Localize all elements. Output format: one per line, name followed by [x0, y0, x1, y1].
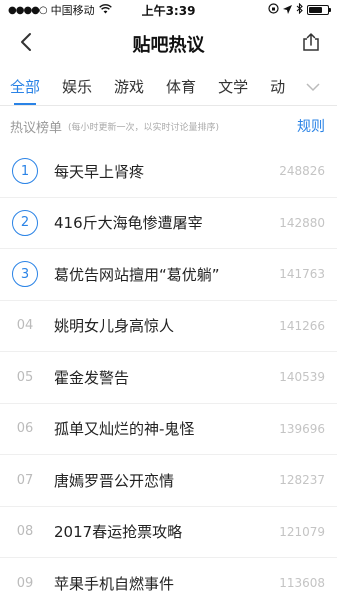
category-tabs: 全部 娱乐 游戏 体育 文学 动 — [0, 68, 337, 106]
list-header: 热议榜单 (每小时更新一次，以实时讨论量排序) 规则 — [0, 106, 337, 146]
discussion-count: 248826 — [279, 164, 325, 179]
tab-entertainment[interactable]: 娱乐 — [62, 68, 92, 105]
topic-title: 霍金发警告 — [54, 368, 130, 387]
carrier-label: 中国移动 — [50, 4, 95, 17]
rank-badge: 1 — [12, 158, 38, 185]
discussion-count: 141266 — [279, 318, 325, 333]
discussion-count: 141763 — [279, 267, 325, 282]
topic-title: 葛优告网站擅用“葛优躺” — [54, 265, 220, 284]
topic-row[interactable]: 09 苹果手机自燃事件 113608 — [0, 558, 337, 600]
topic-title: 姚明女儿身高惊人 — [54, 317, 175, 336]
expand-tabs-button[interactable] — [295, 68, 331, 105]
topic-row[interactable]: 05 霍金发警告 140539 — [0, 352, 337, 404]
topic-title: 每天早上肾疼 — [54, 162, 145, 181]
rank-number: 06 — [16, 421, 34, 437]
topic-row[interactable]: 07 唐嫣罗晋公开恋情 128237 — [0, 455, 337, 507]
topic-title: 唐嫣罗晋公开恋情 — [54, 471, 175, 490]
rank-number: 04 — [16, 318, 34, 334]
nav-bar: 贴吧热议 — [0, 20, 337, 68]
tab-literature[interactable]: 文学 — [218, 68, 248, 105]
list-title: 热议榜单 — [10, 120, 63, 136]
topic-row[interactable]: 3 葛优告网站擅用“葛优躺” 141763 — [0, 249, 337, 301]
topic-row[interactable]: 06 孤单又灿烂的神-鬼怪 139696 — [0, 404, 337, 455]
status-bar: ●●●●○ 中国移动 上午3:39 — [0, 0, 337, 20]
topic-row[interactable]: 2 416斤大海龟惨遭屠宰 142880 — [0, 198, 337, 249]
discussion-count: 140539 — [279, 370, 325, 385]
rank-badge: 3 — [12, 261, 38, 288]
list-update-note: (每小时更新一次，以实时讨论量排序) — [68, 122, 220, 133]
tab-games[interactable]: 游戏 — [114, 68, 144, 105]
topic-title: 2017春运抢票攻略 — [54, 523, 183, 542]
topic-title: 苹果手机自燃事件 — [54, 574, 175, 593]
rank-number: 08 — [16, 524, 34, 540]
topic-row[interactable]: 08 2017春运抢票攻略 121079 — [0, 507, 337, 558]
chevron-down-icon — [305, 77, 321, 96]
back-button[interactable] — [12, 30, 40, 58]
rotation-lock-icon — [268, 3, 279, 17]
wifi-icon — [98, 3, 112, 17]
topic-list: 1 每天早上肾疼 248826 2 416斤大海龟惨遭屠宰 142880 3 葛… — [0, 146, 337, 600]
tab-sports[interactable]: 体育 — [166, 68, 196, 105]
discussion-count: 121079 — [279, 524, 325, 539]
topic-row[interactable]: 04 姚明女儿身高惊人 141266 — [0, 301, 337, 352]
status-time: 上午3:39 — [141, 3, 196, 18]
discussion-count: 113608 — [279, 576, 325, 591]
discussion-count: 142880 — [279, 215, 325, 230]
share-button[interactable] — [297, 30, 325, 58]
tab-animation[interactable]: 动 — [270, 68, 285, 105]
location-icon — [283, 4, 292, 17]
chevron-left-icon — [20, 32, 32, 56]
bluetooth-icon — [296, 2, 303, 17]
tab-all[interactable]: 全部 — [10, 68, 40, 105]
topic-row[interactable]: 1 每天早上肾疼 248826 — [0, 146, 337, 198]
discussion-count: 139696 — [279, 421, 325, 436]
rank-badge: 2 — [12, 209, 38, 236]
page-title: 贴吧热议 — [132, 35, 205, 56]
share-icon — [301, 32, 321, 56]
rank-number: 09 — [16, 575, 34, 591]
rules-link[interactable]: 规则 — [297, 116, 325, 136]
topic-title: 孤单又灿烂的神-鬼怪 — [54, 420, 195, 439]
rank-number: 05 — [16, 369, 34, 385]
signal-dots-icon: ●●●●○ — [8, 4, 48, 16]
topic-title: 416斤大海龟惨遭屠宰 — [54, 214, 203, 233]
rank-number: 07 — [16, 472, 34, 488]
discussion-count: 128237 — [279, 473, 325, 488]
battery-icon — [307, 5, 331, 15]
